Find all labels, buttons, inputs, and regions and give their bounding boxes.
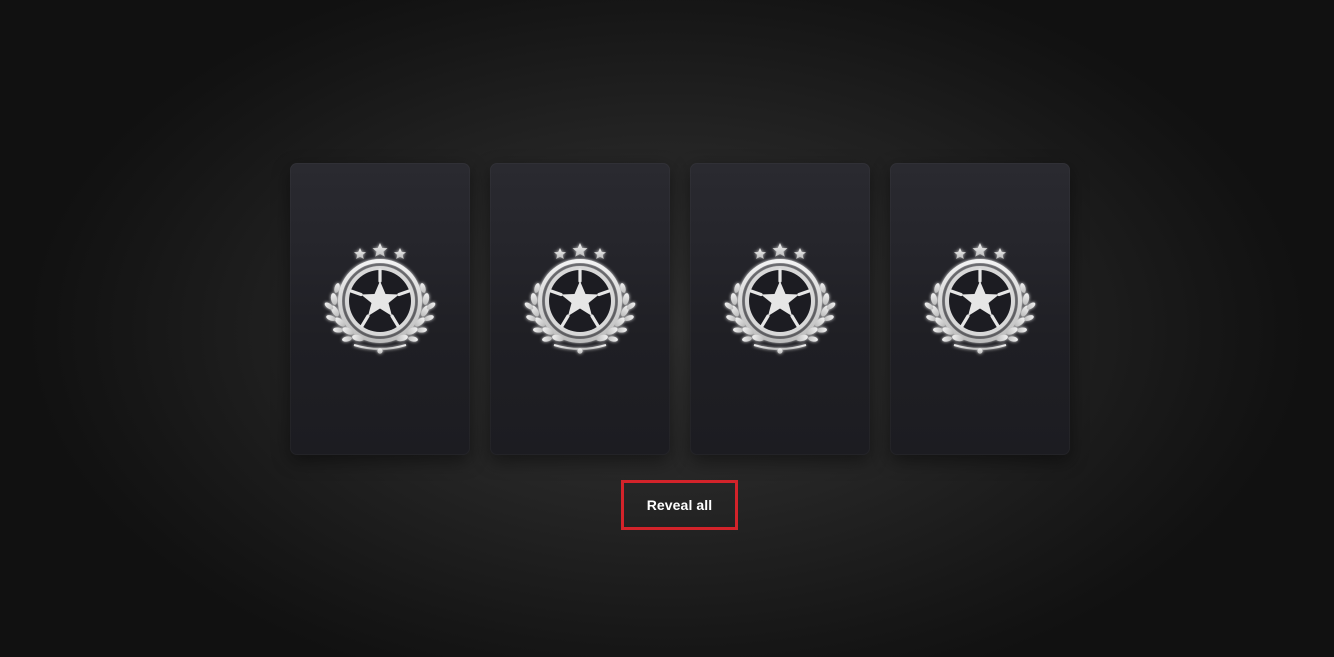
face-down-card-4[interactable] <box>890 163 1070 455</box>
football-crest-icon <box>921 241 1039 356</box>
face-down-card-2[interactable] <box>490 163 670 455</box>
football-crest-icon <box>721 241 839 356</box>
card-row <box>290 163 1070 455</box>
football-crest-icon <box>321 241 439 356</box>
face-down-card-3[interactable] <box>690 163 870 455</box>
pack-opening-screen: Reveal all <box>0 0 1334 657</box>
face-down-card-1[interactable] <box>290 163 470 455</box>
reveal-all-button[interactable]: Reveal all <box>621 480 738 530</box>
football-crest-icon <box>521 241 639 356</box>
